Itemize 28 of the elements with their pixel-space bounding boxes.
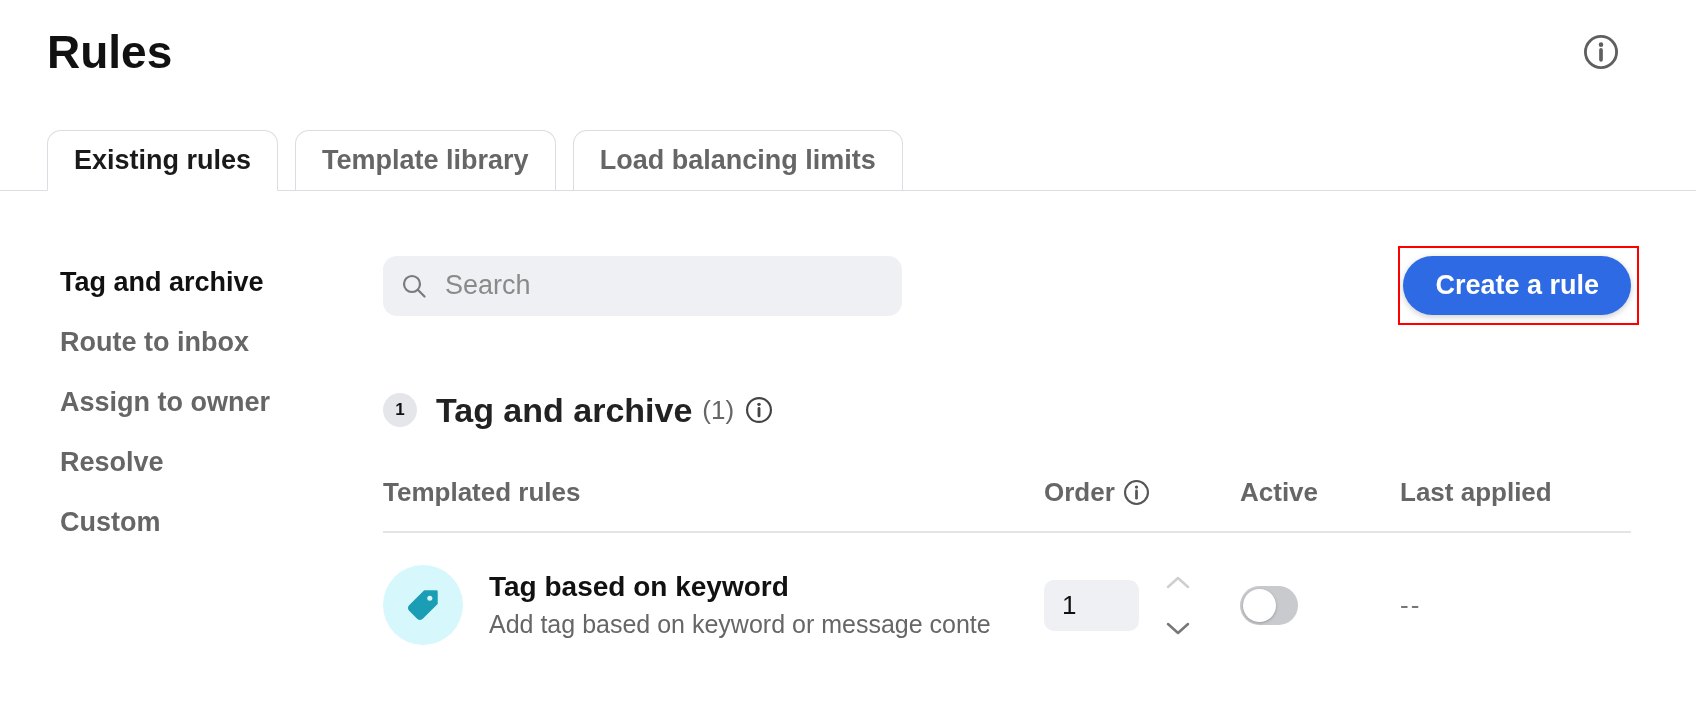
search-field[interactable]: Search — [383, 255, 902, 316]
info-icon[interactable] — [1123, 479, 1149, 505]
column-header: Templated rules — [383, 475, 581, 509]
sidebar-item[interactable]: Assign to owner — [60, 386, 270, 418]
tab[interactable]: Template library — [295, 130, 556, 190]
rule-name: Tag based on keyword — [489, 570, 790, 604]
section-title: Tag and archive — [436, 390, 693, 430]
create-rule-button[interactable]: Create a rule — [1403, 256, 1631, 315]
section-count: (1) — [702, 394, 735, 426]
order-field[interactable]: 1 — [1044, 579, 1139, 631]
info-icon[interactable] — [746, 397, 773, 423]
search-icon — [402, 273, 426, 298]
sidebar-item[interactable]: Resolve — [60, 446, 164, 478]
info-icon[interactable] — [1584, 35, 1618, 69]
column-header: Order — [1044, 475, 1115, 509]
toggle-switch[interactable] — [1240, 585, 1298, 625]
sidebar-item[interactable]: Tag and archive — [60, 266, 264, 298]
column-header: Active — [1240, 475, 1319, 509]
sidebar-item[interactable]: Custom — [60, 506, 161, 538]
page-title: Rules — [47, 25, 173, 80]
number-badge: 1 — [383, 393, 417, 427]
last-applied-value: -- — [1400, 588, 1422, 622]
tab[interactable]: Existing rules — [47, 130, 279, 191]
sidebar-item[interactable]: Route to inbox — [60, 326, 249, 358]
column-header: Last applied — [1400, 475, 1552, 509]
chevron-down-icon[interactable] — [1166, 621, 1190, 635]
rule-description: Add tag based on keyword or message conte — [489, 609, 991, 640]
tab[interactable]: Load balancing limits — [572, 130, 903, 190]
